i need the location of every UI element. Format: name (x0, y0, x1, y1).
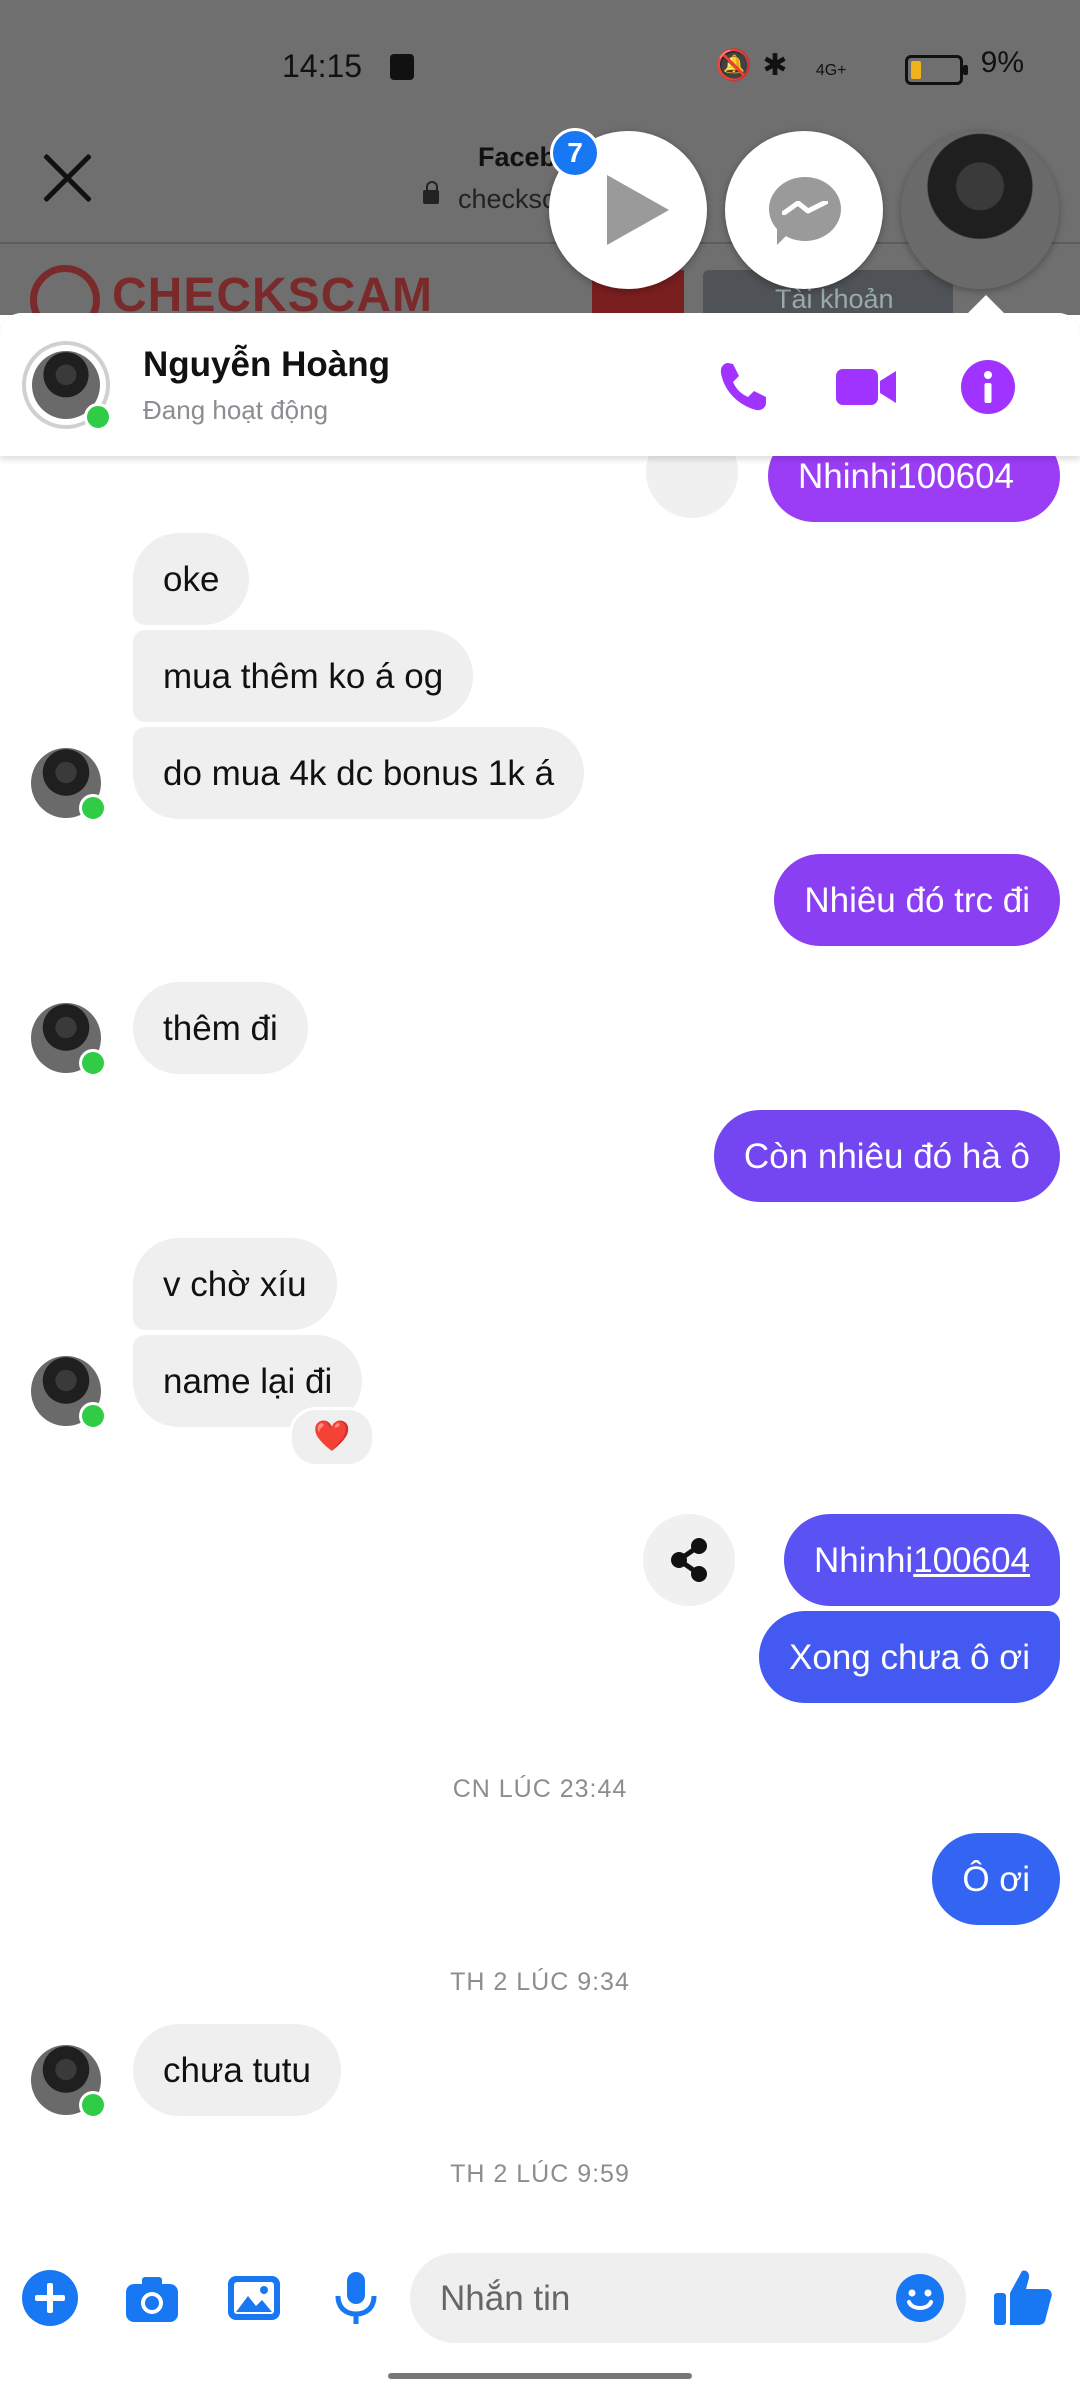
message-bubble[interactable]: chưa tutu (133, 2024, 341, 2116)
contact-chat-head[interactable] (901, 131, 1059, 289)
close-icon[interactable] (40, 150, 96, 206)
browser-title: Faceb (478, 142, 557, 172)
contact-name[interactable]: Nguyễn Hoàng (143, 345, 390, 385)
plus-icon[interactable] (20, 2268, 80, 2328)
emoji-icon[interactable] (894, 2272, 946, 2324)
messenger-bolt (782, 201, 828, 215)
gallery-icon[interactable] (224, 2268, 284, 2328)
message-input[interactable]: Nhắn tin (410, 2253, 966, 2343)
battery-icon (905, 55, 968, 85)
heart-reaction-icon[interactable]: ❤️ (289, 1407, 375, 1467)
online-indicator (79, 2091, 107, 2119)
lock-icon (423, 181, 439, 204)
messenger-chat-head[interactable] (725, 131, 883, 289)
chat-head-pointer (968, 295, 1004, 313)
online-indicator (84, 403, 112, 431)
play-icon (607, 175, 669, 245)
message-bubble[interactable]: Ô ơi (932, 1833, 1060, 1925)
message-input-placeholder: Nhắn tin (440, 2279, 571, 2318)
battery-percent: 9% (980, 46, 1024, 79)
message-bubble[interactable]: oke (133, 533, 250, 625)
camera-icon[interactable] (122, 2268, 182, 2328)
status-bar: 14:15 🔕✱ 4G+ 9% (0, 0, 1080, 120)
message-text: Còn nhiêu đó hà ô (743, 1136, 1030, 1176)
message-text: oke (163, 559, 220, 599)
share-icon (671, 1538, 707, 1582)
message-text: chưa tutu (163, 2050, 311, 2090)
network-label: 4G+ (815, 62, 847, 79)
message-bubble[interactable]: Nhiêu đó trc đi (774, 854, 1060, 946)
message-text: mua thêm ko á og (163, 656, 444, 696)
online-indicator (79, 1402, 107, 1430)
account-label: Tài khoản (775, 284, 894, 314)
message-composer: Nhắn tin (0, 2233, 1080, 2363)
message-text: Ô ơi (962, 1859, 1030, 1899)
online-indicator (79, 1049, 107, 1077)
message-bubble[interactable]: thêm đi (133, 982, 308, 1074)
phone-icon[interactable] (706, 349, 782, 425)
info-icon[interactable] (950, 349, 1026, 425)
message-bubble[interactable]: mua thêm ko á og (133, 630, 474, 722)
timestamp: TH 2 LÚC 9:59 (450, 2160, 630, 2188)
status-icons: 🔕✱ 4G+ (715, 49, 847, 82)
status-time: 14:15 (282, 48, 363, 84)
message-text: Nhinhi (813, 1540, 914, 1580)
mic-icon[interactable] (326, 2268, 386, 2328)
contact-status: Đang hoạt động (143, 395, 329, 425)
like-icon[interactable] (990, 2265, 1056, 2331)
timestamp: CN LÚC 23:44 (452, 1775, 628, 1803)
message-text: v chờ xíu (163, 1264, 307, 1304)
message-text: Nhiêu đó trc đi (804, 880, 1030, 920)
shopping-bag-icon (390, 54, 414, 80)
home-indicator (388, 2373, 692, 2379)
messenger-panel: Nguyễn Hoàng Đang hoạt động Nhinhi100604… (0, 313, 1080, 2400)
message-link[interactable]: 100604 (913, 1543, 1030, 1578)
video-icon[interactable] (828, 349, 904, 425)
share-button[interactable] (643, 1514, 735, 1606)
message-text: Nhinhi100604 (798, 456, 1015, 496)
message-text: Xong chưa ô ơi (789, 1637, 1030, 1677)
message-bubble[interactable]: do mua 4k dc bonus 1k á (133, 727, 585, 819)
message-bubble[interactable]: Xong chưa ô ơi (759, 1611, 1060, 1703)
browser-url: checksc (458, 184, 556, 214)
message-text: thêm đi (163, 1008, 278, 1048)
message-text: do mua 4k dc bonus 1k á (163, 753, 555, 793)
online-indicator (79, 794, 107, 822)
conversation-header: Nguyễn Hoàng Đang hoạt động (0, 313, 1080, 456)
timestamp: TH 2 LÚC 9:34 (450, 1968, 630, 1996)
message-bubble[interactable]: Còn nhiêu đó hà ô (713, 1110, 1060, 1202)
message-bubble[interactable]: Nhinhi100604 (783, 1514, 1060, 1606)
message-bubble[interactable]: v chờ xíu (133, 1238, 337, 1330)
notification-badge: 7 (550, 128, 600, 178)
message-text: name lại đi (163, 1361, 333, 1401)
